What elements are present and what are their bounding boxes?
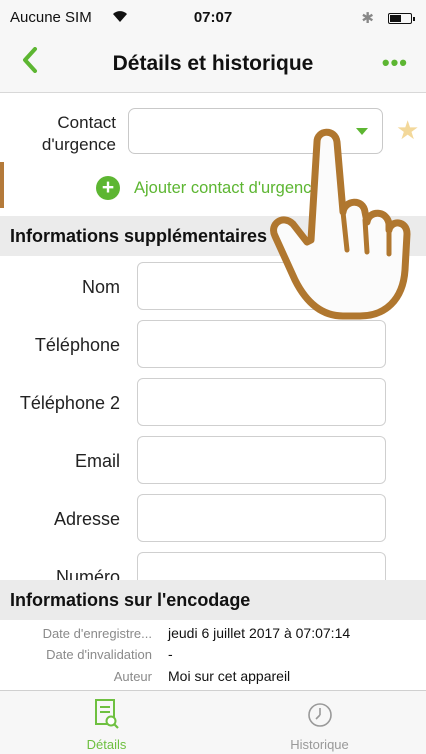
more-options-icon[interactable]: ••• [382,50,408,76]
page-title: Détails et historique [112,52,314,75]
document-search-icon [95,699,119,729]
battery-icon [388,13,415,24]
phone-input[interactable] [137,320,386,368]
dropdown-caret-icon [356,128,368,135]
tab-history[interactable]: Historique [213,691,426,754]
tab-details[interactable]: Détails [0,691,213,754]
app-screen: Aucune SIM 07:07 ✱ Détails et historique… [0,0,426,754]
emergency-contact-label-line1: Contact [57,113,116,132]
clock-icon [308,703,332,727]
section-header-encoding-info: Informations sur l'encodage [0,580,426,620]
author-label: Auteur [113,669,152,684]
author-value: Moi sur cet appareil [168,668,291,684]
registration-date-label: Date d'enregistre... [42,626,152,641]
email-label: Email [74,451,120,471]
emergency-contact-label: Contact d'urgence [8,112,116,156]
add-emergency-contact-label: Ajouter contact d'urgence [134,179,321,197]
navigation-bar: Détails et historique ••• [0,36,426,93]
section-header-additional-info: Informations supplémentaires [0,216,426,256]
registration-date-value: jeudi 6 juillet 2017 à 07:07:14 [168,625,351,641]
additional-info-form: Nom Téléphone Téléphone 2 Email Adresse … [0,256,426,580]
side-indicator [0,162,4,208]
invalidation-date-value: - [168,646,173,662]
phone2-input[interactable] [137,378,386,426]
phone2-label: Téléphone 2 [19,393,120,413]
name-label: Nom [81,277,120,297]
address-input[interactable] [137,494,386,542]
tab-history-label: Historique [290,737,349,752]
name-input[interactable] [137,262,386,310]
phone-label: Téléphone [34,335,120,355]
invalidation-date-label: Date d'invalidation [46,647,152,662]
emergency-contact-select[interactable] [128,108,383,154]
tab-bar: Détails Historique [0,691,426,754]
bluetooth-icon: ✱ [361,10,374,27]
favorite-star-icon[interactable]: ★ [396,115,419,146]
tab-details-label: Détails [86,737,127,752]
email-input[interactable] [137,436,386,484]
number-label: Numéro [55,567,120,580]
number-input[interactable] [137,552,386,580]
plus-circle-icon: + [96,176,120,200]
emergency-contact-label-line2: d'urgence [41,135,116,154]
status-bar: Aucune SIM 07:07 ✱ [0,0,426,36]
address-label: Adresse [53,509,120,529]
